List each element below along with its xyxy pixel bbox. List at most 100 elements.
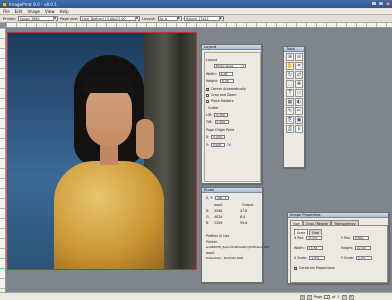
layout-select[interactable]: As is ▼ [157,16,182,21]
minimize-button[interactable]: _ [371,1,377,6]
place-holders-checkbox[interactable] [206,99,209,103]
probe-ch: R: [206,209,210,213]
printer-select[interactable]: Epson 3880 ▼ [18,16,59,21]
tools-grid: ⊕ ⊖ ✋ ⌗ ↻ ⇄ ⬚ ✥ T ▭ ▦ ◐ ✎ ✏ ⎘ ▣ ⎙ ℹ [286,53,304,133]
page-size-value: User Defined 13.00x22.00 [82,16,126,21]
constrain-checkbox[interactable] [294,266,298,270]
maximize-button[interactable]: □ [378,1,384,6]
first-page-icon[interactable]: « [300,294,305,300]
page-size-label: Page size: [60,16,79,21]
yscale-field[interactable]: 1.9% [356,256,373,260]
photo-dress [54,161,164,269]
photo-bangs [82,75,136,93]
center-checkbox[interactable] [206,87,210,91]
menu-bar: File Edit Image View Help [0,8,392,15]
layout-panel-title[interactable]: Layout [202,45,261,50]
origin-pick-icon[interactable]: ⇲ [227,142,231,148]
image-properties-panel: Image Properties Size Crop / Repeat Tran… [287,212,389,284]
gutter-label: Gutter [208,106,219,110]
probe-coord-label: X, Y: [206,196,214,200]
probe-coord-value: 181, 2 [217,196,227,200]
probe-panel-title[interactable]: Probe [202,188,262,193]
next-page-icon[interactable]: › [341,294,347,300]
media-select[interactable]: Hahnle 17x22 ▼ [183,16,224,21]
width-field[interactable]: 0.00 [218,72,233,76]
props-width-field[interactable]: 13.58 [306,246,323,250]
layout-select-value: As is [159,16,168,21]
zoom-out-icon[interactable]: ⊖ [295,53,303,61]
probe-row: B: 2209 59.6 [206,221,264,225]
lr-field[interactable]: 0.250 [214,113,229,117]
brush-icon[interactable]: ✏ [295,107,303,115]
probe-input-header: Input [214,203,223,207]
probe-output: 47.8 [240,209,248,213]
layout-type-select[interactable]: Photo Sizes ▾ [214,64,246,68]
grid-icon[interactable]: ▦ [286,98,294,106]
layout-label: Layout: [142,16,156,21]
tb-field[interactable]: 0.250 [214,120,229,124]
xscale-label: X Scale: [294,256,308,260]
rotate-icon[interactable]: ↻ [286,71,294,79]
print-icon[interactable]: ⎙ [286,125,294,133]
frame-icon[interactable]: ▭ [295,89,303,97]
prev-page-icon[interactable]: ‹ [307,294,312,300]
page-navigator: « ‹ Page 1 of 1 › » [300,294,354,300]
page-size-select[interactable]: User Defined 13.00x22.00 ▼ [80,16,141,21]
probe-row: R: 5590 47.8 [206,209,264,213]
probe-output: 6.4 [240,215,246,219]
clip-icon[interactable]: ▣ [295,116,303,124]
crop-icon[interactable]: ⌗ [295,62,303,70]
ypos-field[interactable]: 0.000 [352,236,369,240]
origin-label: Page Origin Point [206,128,235,132]
select-icon[interactable]: ⬚ [286,80,294,88]
place-holders-label: Place Holders [211,99,234,103]
move-icon[interactable]: ✥ [295,80,303,88]
lr-label: L/R: [206,113,213,117]
layout-type-label: Layout [206,58,218,62]
crop-zoom-checkbox[interactable] [206,93,209,97]
chevron-down-icon: ▾ [242,64,244,68]
probe-output: 59.6 [240,221,248,225]
color-icon[interactable]: ◐ [295,98,303,106]
props-height-field[interactable]: 22.00 [355,246,372,250]
menu-image[interactable]: Image [27,9,40,14]
close-button[interactable]: × [385,1,391,6]
text-icon[interactable]: T [286,89,294,97]
window-controls: _ □ × [371,1,391,6]
info-icon[interactable]: ℹ [295,125,303,133]
xscale-field[interactable]: 1.9% [309,256,326,260]
stamp-icon[interactable]: ⎘ [286,116,294,124]
probe-input: 5590 [214,209,223,213]
hand-icon[interactable]: ✋ [286,62,294,70]
tools-panel-title[interactable]: Tools [284,47,304,52]
layout-type-row: Layout [206,58,217,62]
props-height-label: Height: [341,246,354,250]
xpos-field[interactable]: -0.337 [306,236,323,240]
origin-y-field[interactable]: 0.000 [210,143,225,147]
probe-coord-field: 181, 2 [215,196,230,200]
menu-view[interactable]: View [45,9,55,14]
xpos-label: X Pos: [294,236,305,240]
subtab-crop[interactable]: Crop [308,229,323,235]
eyedropper-icon[interactable]: ✎ [286,107,294,115]
image-properties-title[interactable]: Image Properties [288,213,388,218]
menu-file[interactable]: File [3,9,10,14]
input-profile-label: Input [206,251,215,255]
last-page-icon[interactable]: » [348,294,354,300]
photo-canvas[interactable] [7,32,197,270]
lr-value: 0.250 [216,113,225,117]
height-field[interactable]: 0.00 [220,79,235,83]
subtab-scale[interactable]: Scale [294,229,309,235]
probe-output-header: Output [242,203,254,207]
flip-icon[interactable]: ⇄ [295,71,303,79]
origin-x-field[interactable]: 0.000 [211,135,226,139]
menu-help[interactable]: Help [59,9,68,14]
of-label: of [332,295,336,299]
chevron-down-icon: ▼ [176,16,180,21]
page-number-field[interactable]: 1 [324,295,331,299]
zoom-in-icon[interactable]: ⊕ [286,53,294,61]
scale-subtabs: Scale Crop [294,229,323,235]
props-width-value: 13.58 [308,246,318,250]
menu-edit[interactable]: Edit [15,9,23,14]
printer-profile-value: ws3880HH_EpsonHotPressBrightUltraInk_PKV [206,245,270,249]
